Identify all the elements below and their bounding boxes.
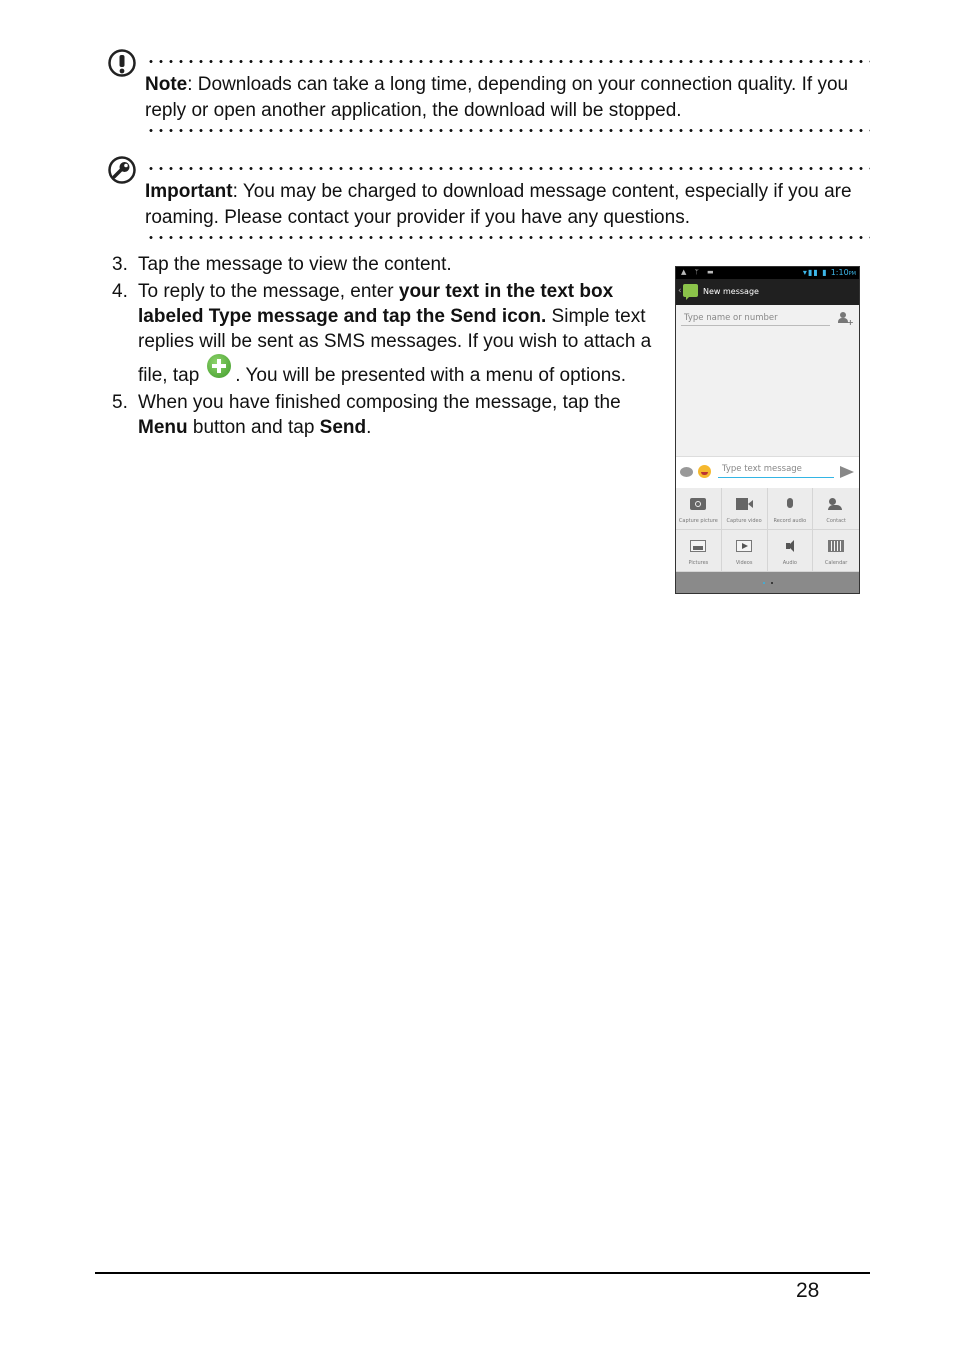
wrench-circle-icon	[108, 156, 136, 184]
steps-list: 3. Tap the message to view the content. …	[112, 252, 657, 440]
signal-icon: ▾▮▮ ▮	[802, 268, 828, 277]
picture-icon	[690, 540, 707, 552]
step-5: 5. When you have finished composing the …	[112, 392, 621, 438]
dotted-divider	[146, 236, 870, 239]
send-icon[interactable]	[840, 466, 854, 478]
calendar-icon	[828, 540, 845, 552]
action-bar: ‹ New message	[676, 279, 859, 305]
attach-capture-picture[interactable]: Capture picture	[676, 488, 722, 530]
attach-calendar[interactable]: Calendar	[813, 530, 859, 572]
speaker-icon	[785, 540, 794, 552]
attachment-grid: Capture picture Capture video Record aud…	[676, 488, 859, 572]
step-4: 4. To reply to the message, enter your t…	[112, 281, 652, 386]
important-text: Important: You may be charged to downloa…	[145, 181, 852, 228]
back-chevron-icon[interactable]: ‹	[678, 286, 682, 296]
add-contact-icon[interactable]: +	[837, 311, 854, 327]
note-callout: Note: Downloads can take a long time, de…	[108, 49, 870, 139]
video-camera-icon	[736, 498, 754, 510]
smiley-icon[interactable]	[698, 465, 711, 478]
microphone-icon	[786, 498, 793, 508]
important-label: Important	[145, 181, 233, 202]
page-indicator	[676, 572, 859, 593]
keyboard-icon[interactable]	[680, 467, 693, 477]
dotted-divider	[146, 129, 870, 132]
footer-rule	[95, 1272, 870, 1274]
important-callout: Important: You may be charged to downloa…	[108, 156, 870, 246]
message-input[interactable]: Type text message	[718, 463, 834, 478]
page-dot	[771, 582, 773, 584]
attach-videos[interactable]: Videos	[721, 530, 768, 572]
status-bar: ▲ ᛘ ▬ ▾▮▮ ▮ 1:10PM	[676, 267, 859, 279]
status-right: ▾▮▮ ▮ 1:10PM	[802, 268, 856, 277]
page-dot-active	[763, 582, 765, 584]
exclamation-circle-icon	[108, 49, 136, 77]
note-label: Note	[145, 74, 188, 95]
screen-title: New message	[703, 287, 759, 296]
phone-screenshot: ▲ ᛘ ▬ ▾▮▮ ▮ 1:10PM ‹ New message Type nam…	[675, 266, 860, 594]
clock: 1:10	[830, 268, 849, 277]
attach-record-audio[interactable]: Record audio	[767, 488, 814, 530]
contact-icon	[828, 498, 844, 510]
dotted-divider	[146, 167, 870, 170]
attach-contact[interactable]: Contact	[813, 488, 859, 530]
attach-audio[interactable]: Audio	[767, 530, 814, 572]
note-text: Note: Downloads can take a long time, de…	[145, 74, 849, 121]
attach-capture-video[interactable]: Capture video	[721, 488, 768, 530]
camera-icon	[690, 498, 707, 510]
composer-bar: Type text message	[676, 456, 859, 488]
green-plus-icon	[207, 354, 232, 378]
play-video-icon	[736, 540, 753, 552]
notification-icons: ▲ ᛘ ▬	[681, 268, 717, 276]
messaging-app-icon	[683, 284, 698, 300]
recipient-input[interactable]: Type name or number	[681, 311, 830, 326]
page-number: 28	[796, 1279, 820, 1302]
attach-pictures[interactable]: Pictures	[676, 530, 722, 572]
step-3: 3. Tap the message to view the content.	[112, 254, 452, 275]
dotted-divider	[146, 60, 870, 63]
